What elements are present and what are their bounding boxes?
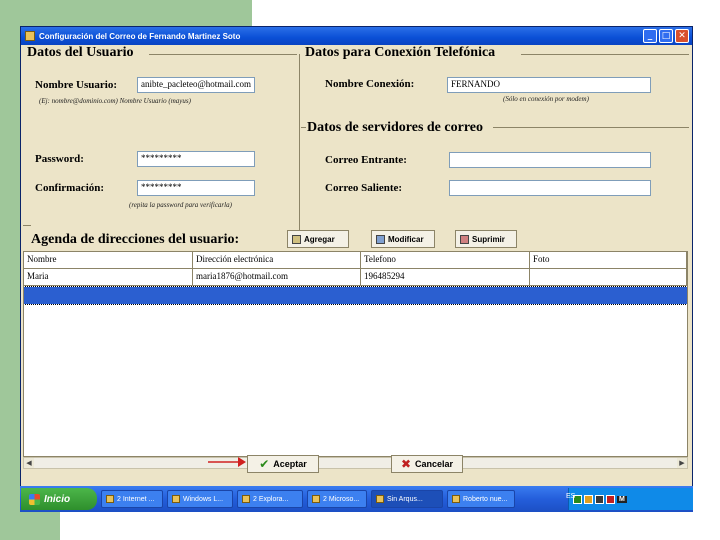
suprimir-label: Suprimir bbox=[472, 234, 505, 244]
pointer-arrow-icon bbox=[208, 457, 246, 467]
taskbar-item[interactable]: 2 Microso... bbox=[307, 490, 367, 508]
nombre-conexion-hint: (Sólo en conexión por modem) bbox=[503, 95, 589, 103]
slide-background-band bbox=[0, 0, 252, 28]
config-window: Configuración del Correo de Fernando Mar… bbox=[20, 26, 693, 512]
edit-icon bbox=[376, 234, 385, 244]
nombre-usuario-input[interactable]: anibte_pacleteo@hotmail.com bbox=[137, 77, 255, 93]
correo-saliente-input[interactable] bbox=[449, 180, 651, 196]
window-icon bbox=[172, 495, 180, 503]
conexion-section-title: Datos para Conexión Telefónica bbox=[305, 45, 496, 60]
nombre-conexion-input[interactable]: FERNANDO bbox=[447, 77, 651, 93]
cancelar-button[interactable]: ✖ Cancelar bbox=[391, 455, 463, 473]
cell-telefono: 196485294 bbox=[361, 269, 530, 286]
correo-saliente-label: Correo Saliente: bbox=[325, 182, 403, 194]
table-row-new-selected[interactable] bbox=[24, 286, 687, 305]
system-tray: M bbox=[568, 488, 693, 510]
folder-icon bbox=[242, 495, 250, 503]
confirmacion-hint: (repita la password para verificarla) bbox=[129, 201, 232, 209]
grid-header-direccion[interactable]: Dirección electrónica bbox=[193, 252, 361, 269]
slide-background-band-left bbox=[0, 28, 20, 540]
browser-icon bbox=[106, 495, 114, 503]
taskbar-item[interactable]: Windows L... bbox=[167, 490, 233, 508]
grid-horizontal-scrollbar[interactable]: ◀ ▶ bbox=[23, 457, 688, 469]
cell-direccion: maria1876@hotmail.com bbox=[193, 269, 361, 286]
usuario-group-divider bbox=[299, 54, 300, 244]
cell-foto bbox=[530, 269, 687, 286]
suprimir-button[interactable]: Suprimir bbox=[455, 230, 517, 248]
taskbar-item[interactable]: Roberto nue... bbox=[447, 490, 515, 508]
confirmacion-input[interactable]: ********* bbox=[137, 180, 255, 196]
agenda-title: Agenda de direcciones del usuario: bbox=[31, 232, 240, 247]
correo-entrante-label: Correo Entrante: bbox=[325, 154, 407, 166]
grid-header-foto[interactable]: Foto bbox=[530, 252, 687, 269]
cell-empty bbox=[361, 287, 530, 304]
app-icon bbox=[25, 31, 35, 41]
maximize-button[interactable]: □ bbox=[659, 29, 673, 43]
document-icon bbox=[312, 495, 320, 503]
taskbar: Inicio 2 Internet ... Windows L... 2 Exp… bbox=[20, 486, 693, 512]
servidores-group-border bbox=[493, 127, 689, 128]
usuario-group-border bbox=[149, 54, 297, 55]
correo-entrante-input[interactable] bbox=[449, 152, 651, 168]
conexion-group-border bbox=[521, 54, 689, 55]
cell-nombre: Maria bbox=[24, 269, 193, 286]
cell-empty bbox=[530, 287, 687, 304]
grid-header-nombre[interactable]: Nombre bbox=[24, 252, 193, 269]
tray-m-icon[interactable]: M bbox=[617, 495, 627, 503]
grid-header-telefono[interactable]: Telefono bbox=[361, 252, 530, 269]
app-icon bbox=[376, 495, 384, 503]
taskbar-item[interactable]: 2 Internet ... bbox=[101, 490, 163, 508]
confirmacion-label: Confirmación: bbox=[35, 182, 105, 194]
modificar-button[interactable]: Modificar bbox=[371, 230, 435, 248]
title-bar[interactable]: Configuración del Correo de Fernando Mar… bbox=[21, 27, 692, 45]
aceptar-button[interactable]: ✔ Aceptar bbox=[247, 455, 319, 473]
cell-empty bbox=[24, 287, 193, 304]
agenda-group-border-left bbox=[23, 225, 31, 226]
tray-alert-icon[interactable] bbox=[606, 494, 615, 504]
password-label: Password: bbox=[35, 153, 84, 165]
minimize-button[interactable]: _ bbox=[643, 29, 657, 43]
taskbar-item[interactable]: 2 Explora... bbox=[237, 490, 303, 508]
language-indicator[interactable]: ES bbox=[566, 493, 575, 500]
window-controls: _ □ ✕ bbox=[643, 29, 689, 43]
servidores-group-border-left bbox=[301, 127, 306, 128]
add-icon bbox=[292, 234, 301, 244]
start-label: Inicio bbox=[44, 493, 71, 505]
nombre-usuario-label: Nombre Usuario: bbox=[35, 79, 117, 91]
address-grid[interactable]: Nombre Dirección electrónica Telefono Fo… bbox=[23, 251, 688, 457]
tray-app-icon[interactable] bbox=[595, 494, 604, 504]
taskbar-item-active[interactable]: Sin Arqus... bbox=[371, 490, 443, 508]
agregar-label: Agregar bbox=[304, 234, 335, 244]
delete-icon bbox=[460, 234, 469, 244]
aceptar-label: Aceptar bbox=[273, 459, 307, 469]
cancelar-label: Cancelar bbox=[415, 459, 454, 469]
windows-flag-icon bbox=[29, 493, 40, 505]
close-button[interactable]: ✕ bbox=[675, 29, 689, 43]
scroll-right-icon[interactable]: ▶ bbox=[677, 458, 687, 468]
table-row[interactable]: Maria maria1876@hotmail.com 196485294 bbox=[24, 269, 687, 286]
nombre-usuario-hint: (Ej: nombre@dominio.com) Nombre Usuario … bbox=[39, 97, 191, 105]
usuario-section-title: Datos del Usuario bbox=[27, 45, 134, 60]
servidores-section-title: Datos de servidores de correo bbox=[307, 120, 483, 135]
tray-security-icon[interactable] bbox=[584, 494, 593, 504]
window-title: Configuración del Correo de Fernando Mar… bbox=[39, 31, 241, 41]
document-icon bbox=[452, 495, 460, 503]
cancel-x-icon: ✖ bbox=[400, 457, 412, 471]
agregar-button[interactable]: Agregar bbox=[287, 230, 349, 248]
cell-empty bbox=[193, 287, 361, 304]
slide-background-band-bottom bbox=[20, 512, 60, 540]
scroll-left-icon[interactable]: ◀ bbox=[24, 458, 34, 468]
modificar-label: Modificar bbox=[388, 234, 424, 244]
grid-header-row: Nombre Dirección electrónica Telefono Fo… bbox=[24, 252, 687, 269]
start-button[interactable]: Inicio bbox=[21, 488, 97, 510]
password-input[interactable]: ********* bbox=[137, 151, 255, 167]
check-icon: ✔ bbox=[259, 457, 270, 471]
nombre-conexion-label: Nombre Conexión: bbox=[325, 78, 415, 90]
